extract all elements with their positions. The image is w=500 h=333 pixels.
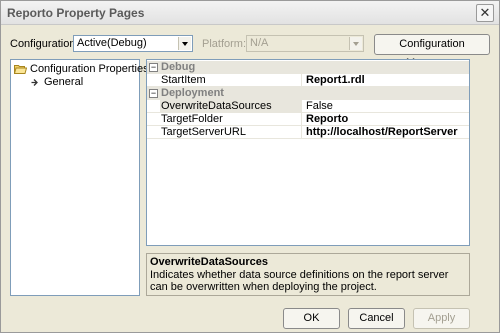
property-pages-dialog: Reporto Property Pages ✕ Configuration: … bbox=[0, 0, 500, 333]
platform-value: N/A bbox=[250, 37, 269, 49]
property-name: TargetFolder bbox=[160, 113, 302, 125]
apply-button: Apply bbox=[413, 308, 470, 329]
configuration-tree[interactable]: Configuration Properties General bbox=[10, 59, 149, 296]
close-button[interactable]: ✕ bbox=[476, 4, 494, 22]
cancel-button[interactable]: Cancel bbox=[348, 308, 405, 329]
property-row-targetfolder[interactable]: TargetFolder Reporto bbox=[147, 113, 469, 126]
collapse-icon[interactable]: − bbox=[149, 63, 158, 72]
folder-open-icon bbox=[14, 65, 27, 74]
property-name: StartItem bbox=[160, 74, 302, 86]
property-value[interactable]: Report1.rdl bbox=[304, 74, 469, 86]
chevron-down-icon bbox=[349, 37, 362, 50]
category-label: Debug bbox=[161, 61, 196, 73]
category-label: Deployment bbox=[161, 87, 224, 99]
tree-item-label: General bbox=[44, 76, 84, 88]
description-title: OverwriteDataSources bbox=[150, 256, 268, 268]
ok-button[interactable]: OK bbox=[283, 308, 340, 329]
tree-item-label: Configuration Properties bbox=[30, 63, 149, 75]
property-page-icon bbox=[31, 79, 38, 86]
description-pane: OverwriteDataSources Indicates whether d… bbox=[146, 253, 470, 296]
configuration-manager-button[interactable]: Configuration Manager... bbox=[374, 34, 490, 69]
property-row-overwritedatasources[interactable]: OverwriteDataSources False bbox=[147, 100, 469, 113]
description-text: Indicates whether data source definition… bbox=[150, 269, 449, 293]
platform-label: Platform: bbox=[202, 38, 247, 50]
window-title: Reporto Property Pages bbox=[7, 6, 145, 20]
title-bar[interactable]: Reporto Property Pages ✕ bbox=[1, 1, 499, 25]
property-name: OverwriteDataSources bbox=[160, 100, 302, 112]
property-row-targetserverurl[interactable]: TargetServerURL http://localhost/ReportS… bbox=[147, 126, 469, 139]
property-value[interactable]: Reporto bbox=[304, 113, 469, 125]
close-icon: ✕ bbox=[479, 5, 491, 20]
chevron-down-icon[interactable] bbox=[178, 37, 191, 50]
collapse-icon[interactable]: − bbox=[149, 89, 158, 98]
configuration-dropdown[interactable]: Active(Debug) bbox=[73, 35, 193, 52]
category-row-debug[interactable]: − Debug bbox=[147, 61, 469, 74]
configuration-label: Configuration: bbox=[10, 38, 79, 50]
property-name: TargetServerURL bbox=[160, 126, 302, 138]
property-grid: − Debug StartItem Report1.rdl − Deployme… bbox=[146, 59, 470, 246]
property-row-startitem[interactable]: StartItem Report1.rdl bbox=[147, 74, 469, 87]
property-value[interactable]: http://localhost/ReportServer bbox=[304, 126, 469, 138]
configuration-value: Active(Debug) bbox=[77, 37, 147, 49]
property-value[interactable]: False bbox=[304, 100, 469, 112]
platform-dropdown: N/A bbox=[246, 35, 364, 52]
category-row-deployment[interactable]: − Deployment bbox=[147, 87, 469, 100]
